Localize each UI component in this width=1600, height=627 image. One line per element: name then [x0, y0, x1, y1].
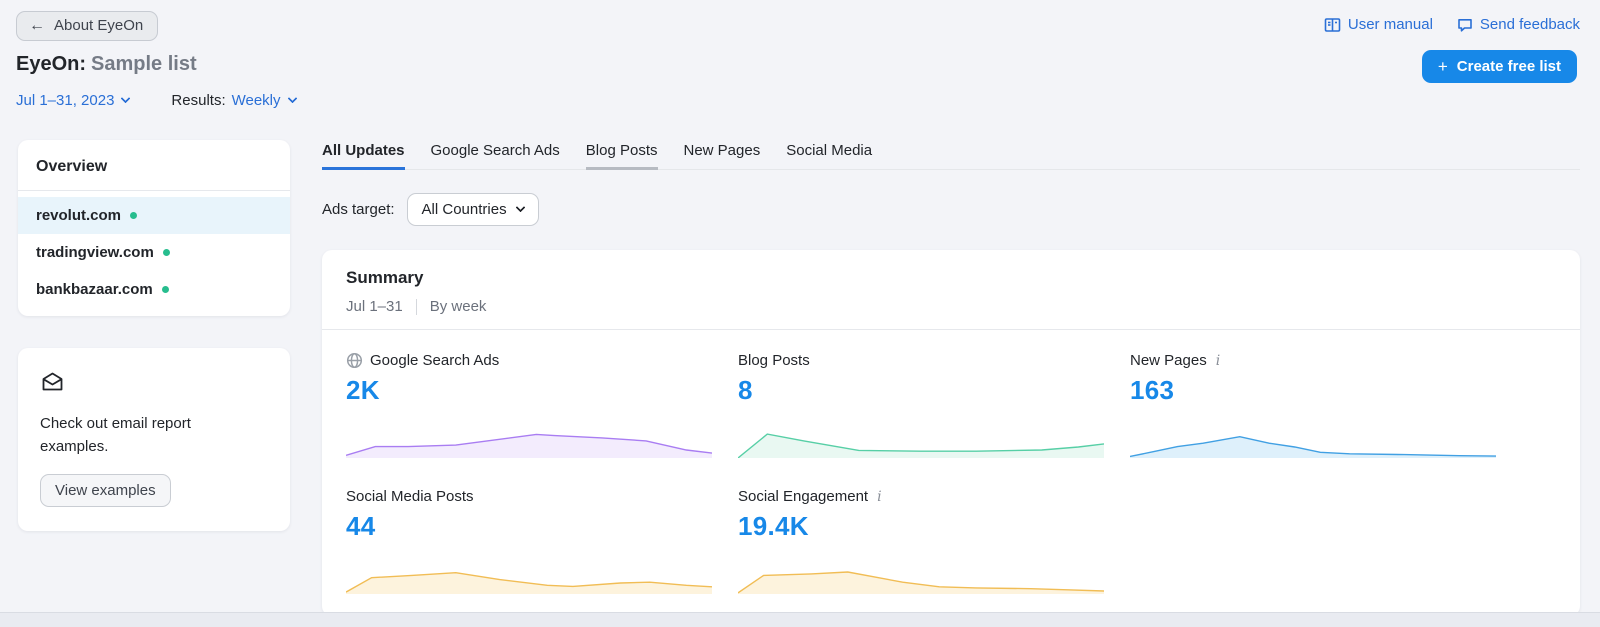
results-frequency-selector[interactable]: Weekly: [232, 92, 296, 109]
summary-metrics: Google Search Ads 2KBlog Posts 8New Pages i…: [322, 330, 1580, 594]
metric-social-engagement: Social Engagement i 19.4K: [738, 488, 1130, 594]
metric-label: Blog Posts: [738, 352, 810, 369]
sidebar-item-bankbazaar-com[interactable]: bankbazaar.com: [18, 271, 290, 308]
metric-value: 8: [738, 375, 1130, 406]
page-title-prefix: EyeOn:: [16, 53, 86, 75]
back-arrow-icon: ←: [29, 18, 45, 34]
date-range-label: Jul 1–31, 2023: [16, 92, 114, 109]
ads-target-value: All Countries: [422, 201, 507, 218]
metric-value: 163: [1130, 375, 1556, 406]
about-eyeon-button[interactable]: ← About EyeOn: [16, 11, 158, 41]
create-free-list-label: Create free list: [1457, 58, 1561, 75]
bottom-scroll-edge: [0, 612, 1600, 627]
status-dot-icon: [130, 212, 137, 219]
updates-tabs: All Updates Google Search Ads Blog Posts Ne…: [322, 142, 1580, 170]
sparkline-chart: [346, 556, 712, 594]
user-manual-link[interactable]: User manual: [1324, 16, 1433, 33]
metric-label-row: Social Engagement i: [738, 488, 1130, 505]
plus-icon: +: [1438, 58, 1448, 75]
ads-target-label: Ads target:: [322, 201, 395, 218]
metric-google-search-ads: Google Search Ads 2K: [346, 352, 738, 458]
sparkline-chart: [738, 556, 1104, 594]
date-range-selector[interactable]: Jul 1–31, 2023: [16, 92, 129, 109]
metric-label-row: Social Media Posts: [346, 488, 738, 505]
feedback-chat-icon: [1457, 17, 1473, 33]
sidebar-item-tradingview-com[interactable]: tradingview.com: [18, 234, 290, 271]
summary-subtitle: Jul 1–31 By week: [346, 298, 1556, 315]
metric-label: Social Media Posts: [346, 488, 474, 505]
chevron-down-icon: [515, 203, 525, 213]
info-icon[interactable]: i: [875, 489, 883, 505]
chevron-down-icon: [287, 94, 297, 104]
view-examples-button[interactable]: View examples: [40, 474, 171, 507]
metric-new-pages: New Pages i 163: [1130, 352, 1556, 458]
summary-granularity: By week: [430, 298, 487, 315]
chevron-down-icon: [121, 94, 131, 104]
ads-target-dropdown[interactable]: All Countries: [407, 193, 539, 226]
sidebar-item-revolut-com[interactable]: revolut.com: [18, 197, 290, 234]
tab-google-search-ads[interactable]: Google Search Ads: [431, 142, 560, 170]
competitor-domain: tradingview.com: [36, 244, 154, 261]
summary-title: Summary: [346, 268, 1556, 288]
about-eyeon-label: About EyeOn: [54, 17, 143, 34]
send-feedback-link[interactable]: Send feedback: [1457, 16, 1580, 33]
metric-blog-posts: Blog Posts 8: [738, 352, 1130, 458]
metric-value: 2K: [346, 375, 738, 406]
metric-label: New Pages: [1130, 352, 1207, 369]
user-manual-icon: [1324, 17, 1341, 33]
tab-social-media[interactable]: Social Media: [786, 142, 872, 170]
create-free-list-button[interactable]: + Create free list: [1422, 50, 1577, 83]
metric-value: 19.4K: [738, 511, 1130, 542]
envelope-icon: [40, 370, 268, 399]
metric-label-row: New Pages i: [1130, 352, 1556, 369]
tab-blog-posts[interactable]: Blog Posts: [586, 142, 658, 170]
metric-value: 44: [346, 511, 738, 542]
tab-all-updates[interactable]: All Updates: [322, 142, 405, 170]
summary-header: Summary Jul 1–31 By week: [322, 250, 1580, 329]
summary-card: Summary Jul 1–31 By week Google Search A…: [322, 250, 1580, 616]
list-name: Sample list: [91, 53, 197, 75]
main-content: All Updates Google Search Ads Blog Posts Ne…: [322, 142, 1580, 616]
competitor-domain: bankbazaar.com: [36, 281, 153, 298]
filters-row: Jul 1–31, 2023 Results: Weekly: [16, 92, 296, 109]
top-links: User manual Send feedback: [1324, 16, 1580, 33]
page-title: EyeOn:Sample list: [16, 53, 197, 76]
metric-label: Social Engagement: [738, 488, 868, 505]
status-dot-icon: [163, 249, 170, 256]
status-dot-icon: [162, 286, 169, 293]
info-icon[interactable]: i: [1214, 353, 1222, 369]
send-feedback-label: Send feedback: [1480, 16, 1580, 33]
sparkline-chart: [1130, 420, 1496, 458]
divider: [416, 299, 417, 315]
tab-new-pages[interactable]: New Pages: [684, 142, 761, 170]
sparkline-chart: [738, 420, 1104, 458]
metric-social-media-posts: Social Media Posts 44: [346, 488, 738, 594]
user-manual-label: User manual: [1348, 16, 1433, 33]
metric-label: Google Search Ads: [370, 352, 499, 369]
ads-target-row: Ads target: All Countries: [322, 193, 1580, 226]
globe-icon: [346, 352, 363, 369]
sparkline-chart: [346, 420, 712, 458]
email-report-card: Check out email report examples. View ex…: [18, 348, 290, 531]
metric-label-row: Google Search Ads: [346, 352, 738, 369]
results-frequency-value: Weekly: [232, 92, 281, 109]
competitor-list: revolut.com tradingview.com bankbazaar.com: [18, 191, 290, 316]
results-label: Results:: [171, 92, 225, 109]
competitor-domain: revolut.com: [36, 207, 121, 224]
summary-period: Jul 1–31: [346, 298, 403, 315]
competitors-panel: Overview revolut.com tradingview.com bankb…: [18, 140, 290, 316]
email-report-text: Check out email report examples.: [40, 413, 230, 458]
metric-label-row: Blog Posts: [738, 352, 1130, 369]
results-selector: Results: Weekly: [171, 92, 295, 109]
overview-heading: Overview: [18, 142, 290, 190]
